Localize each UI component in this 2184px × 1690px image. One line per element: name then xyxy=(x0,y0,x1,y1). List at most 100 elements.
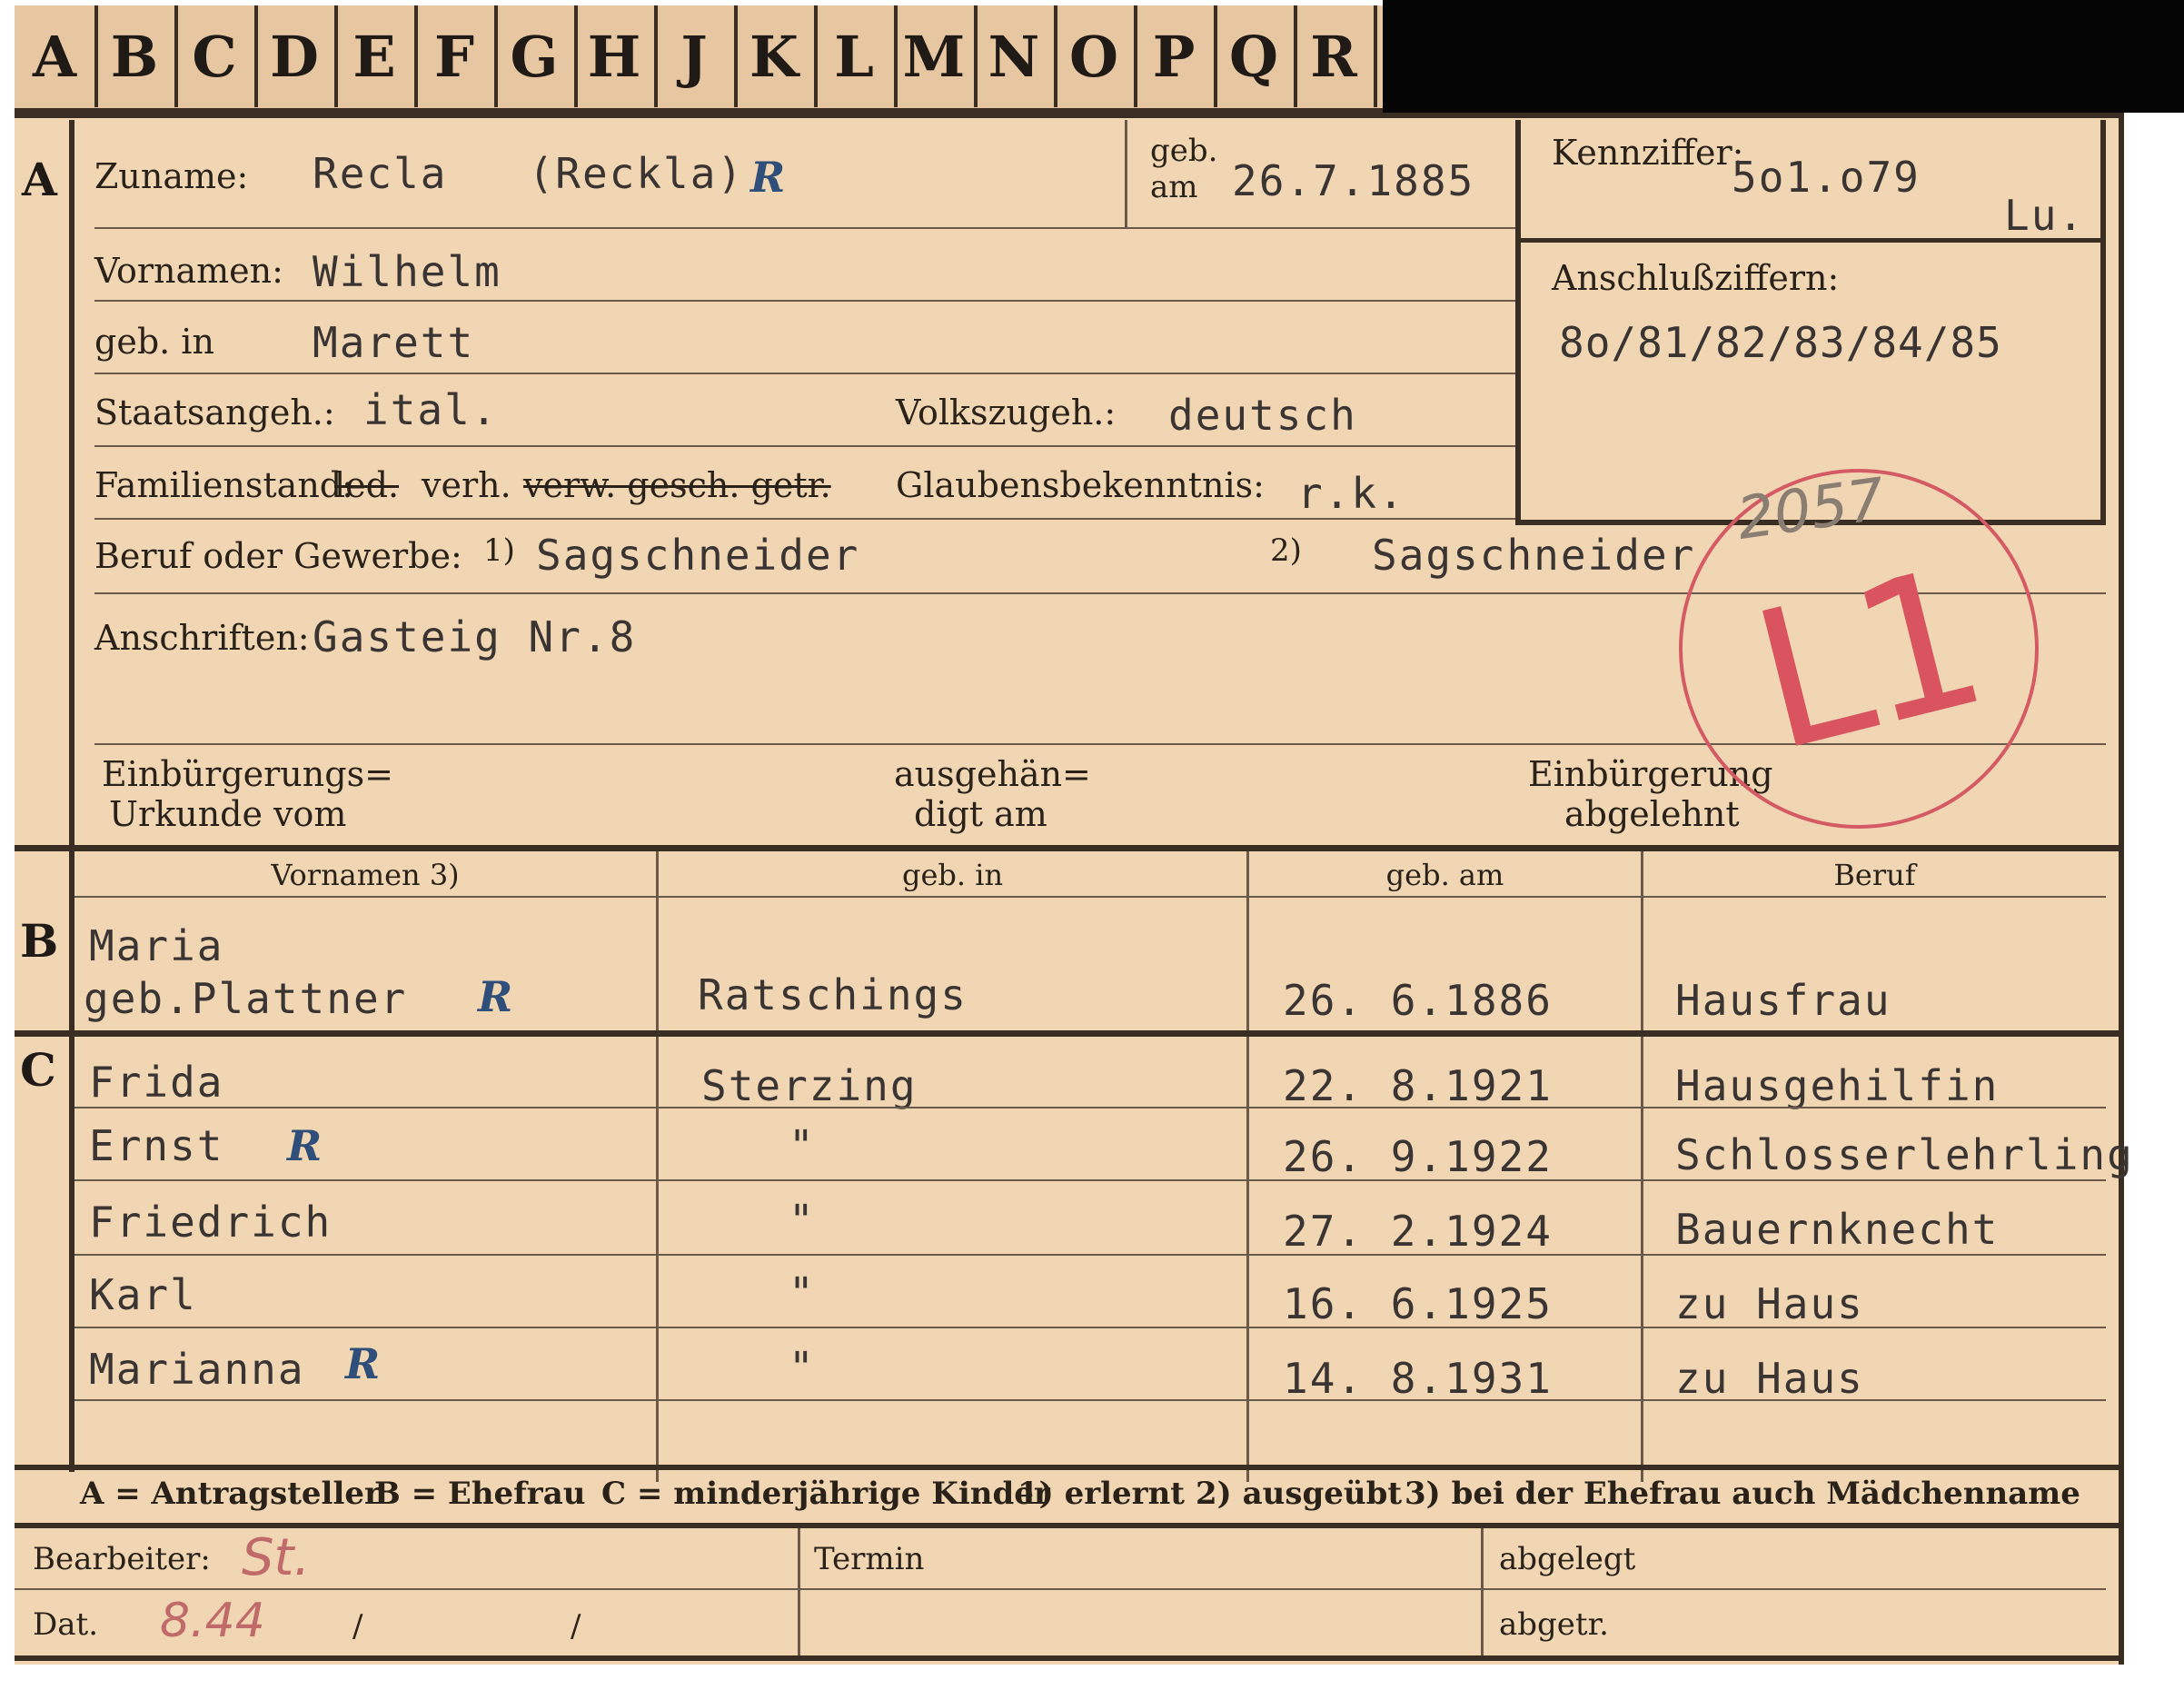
index-tab-m: M xyxy=(902,23,966,90)
row-line-3 xyxy=(74,1254,2106,1256)
legend-note-1: 1) erlernt xyxy=(1018,1476,1186,1512)
beruf-label: Beruf oder Gewerbe: xyxy=(94,536,462,576)
section-a-marker: A xyxy=(22,153,57,206)
row-line-4 xyxy=(74,1327,2106,1328)
header-geb-am: geb. am xyxy=(1385,858,1504,892)
col-divider-1 xyxy=(656,851,659,1482)
line-staatsangeh xyxy=(94,445,1515,447)
abgetr-label: abgetr. xyxy=(1499,1606,1609,1643)
index-tab-n: N xyxy=(988,23,1040,90)
index-tab-c: C xyxy=(192,23,237,90)
beruf-note-2: 2) xyxy=(1270,532,1302,569)
header-beruf: Beruf xyxy=(1833,858,1916,892)
legend-note-2: 2) ausgeübt xyxy=(1196,1476,1403,1512)
kind-4-geb-in: " xyxy=(789,1268,816,1317)
header-line xyxy=(74,896,2106,898)
index-tab-j: J xyxy=(680,23,708,90)
section-a-bottom-rule xyxy=(15,845,2120,851)
legend-bottom-rule xyxy=(15,1523,2120,1528)
familienstand-label: Familienstand: xyxy=(94,465,353,505)
geb-am-value: 26.7.1885 xyxy=(1232,156,1475,205)
kind-5-name: Marianna xyxy=(89,1345,305,1394)
line-geb-in xyxy=(94,373,1515,374)
ehefrau-name-2: geb.Plattner xyxy=(84,974,408,1023)
r-mark-antragsteller: R xyxy=(750,153,786,202)
kind-4-beruf: zu Haus xyxy=(1675,1279,1864,1328)
dat-label: Dat. xyxy=(33,1606,99,1643)
geb-in-label: geb. in xyxy=(94,322,214,362)
vornamen-label: Vornamen: xyxy=(94,251,283,291)
kind-5-geb-am: 14. 8.1931 xyxy=(1283,1354,1553,1403)
kind-2-beruf: Schlosserlehrling xyxy=(1675,1130,2134,1179)
row-line-1 xyxy=(74,1107,2106,1108)
kind-1-geb-am: 22. 8.1921 xyxy=(1283,1061,1553,1110)
index-tab-a: A xyxy=(32,23,77,90)
ausgehaendigt-1: ausgehän= xyxy=(894,754,1091,794)
right-edge-rule xyxy=(2119,113,2124,1665)
geb-am-label-1: geb. xyxy=(1150,133,1218,169)
index-tab-p: P xyxy=(1152,23,1196,90)
kind-3-beruf: Bauernknecht xyxy=(1675,1205,2000,1254)
dat-value: 8.44 xyxy=(160,1594,265,1648)
background-black-area xyxy=(1383,0,2184,113)
beruf-value-1: Sagschneider xyxy=(536,531,860,580)
index-tab-b: B xyxy=(110,23,159,90)
bearbeiter-label: Bearbeiter: xyxy=(33,1541,211,1577)
kind-3-geb-in: " xyxy=(789,1196,816,1245)
kennziffer-value: 5o1.o79 xyxy=(1732,153,1921,202)
kind-1-geb-in: Sterzing xyxy=(701,1061,918,1110)
kind-4-geb-am: 16. 6.1925 xyxy=(1283,1279,1553,1328)
volkszugeh-value: deutsch xyxy=(1168,391,1357,440)
r-mark-kind-5: R xyxy=(345,1339,381,1388)
ehefrau-beruf: Hausfrau xyxy=(1675,976,1891,1025)
kind-4-name: Karl xyxy=(89,1270,197,1319)
kind-1-name: Frida xyxy=(89,1058,224,1107)
einbuergerung-urkunde-1: Einbürgerungs= xyxy=(102,754,393,794)
staatsangeh-value: ital. xyxy=(363,385,499,434)
ehefrau-geb-am: 26. 6.1886 xyxy=(1283,976,1553,1025)
r-mark-ehefrau: R xyxy=(478,972,513,1021)
index-tab-l: L xyxy=(834,23,874,90)
line-vornamen xyxy=(94,300,1515,302)
glaubens-value: r.k. xyxy=(1297,469,1405,518)
r-mark-kind-2: R xyxy=(287,1121,323,1170)
anschriften-value: Gasteig Nr.8 xyxy=(313,612,637,661)
legend-c: C = minderjährige Kinder xyxy=(601,1476,1050,1512)
abgelegt-label: abgelegt xyxy=(1499,1541,1636,1577)
registration-card: A Zuname: Recla (Reckla) R geb. am 26.7.… xyxy=(15,113,2132,1665)
index-tab-h: H xyxy=(587,23,641,90)
anschriften-label: Anschriften: xyxy=(94,618,310,658)
kind-5-geb-in: " xyxy=(789,1343,816,1392)
index-tab-q: Q xyxy=(1228,23,1278,90)
kind-5-beruf: zu Haus xyxy=(1675,1354,1864,1403)
kennziffer-box-right xyxy=(2100,120,2106,525)
top-rule xyxy=(15,113,2120,118)
line-familienstand xyxy=(94,518,1515,520)
kind-3-geb-am: 27. 2.1924 xyxy=(1283,1207,1553,1256)
familienstand-verh: verh. xyxy=(422,465,511,505)
row-line-5 xyxy=(74,1399,2106,1401)
left-margin-rule xyxy=(69,120,74,1472)
bearbeiter-signature: St. xyxy=(242,1528,311,1587)
kind-2-geb-am: 26. 9.1922 xyxy=(1283,1132,1553,1181)
familienstand-rest: verw. gesch. getr. xyxy=(523,465,831,505)
col-divider-2 xyxy=(1246,851,1249,1482)
anschlussziffern-value: 8o/81/82/83/84/85 xyxy=(1559,318,2002,367)
legend-top-rule xyxy=(15,1465,2120,1470)
index-tab-o: O xyxy=(1068,23,1118,90)
row-line-2 xyxy=(74,1179,2106,1181)
kennziffer-box-left xyxy=(1515,120,1521,525)
section-c-marker: C xyxy=(20,1043,56,1097)
footer-divider-1 xyxy=(798,1528,800,1655)
red-stamp: L1 2057 xyxy=(1677,466,2040,830)
vornamen-value: Wilhelm xyxy=(313,247,501,296)
ehefrau-name-1: Maria xyxy=(89,921,224,970)
legend-b: B = Ehefrau xyxy=(374,1476,586,1512)
dat-slash-2: / xyxy=(571,1608,581,1645)
index-tab-d: D xyxy=(270,23,319,90)
section-b-marker: B xyxy=(20,914,59,968)
kind-2-name: Ernst xyxy=(89,1121,224,1170)
kind-2-geb-in: " xyxy=(789,1121,816,1170)
familienstand-led: led. xyxy=(334,465,400,505)
kind-3-name: Friedrich xyxy=(89,1198,333,1247)
